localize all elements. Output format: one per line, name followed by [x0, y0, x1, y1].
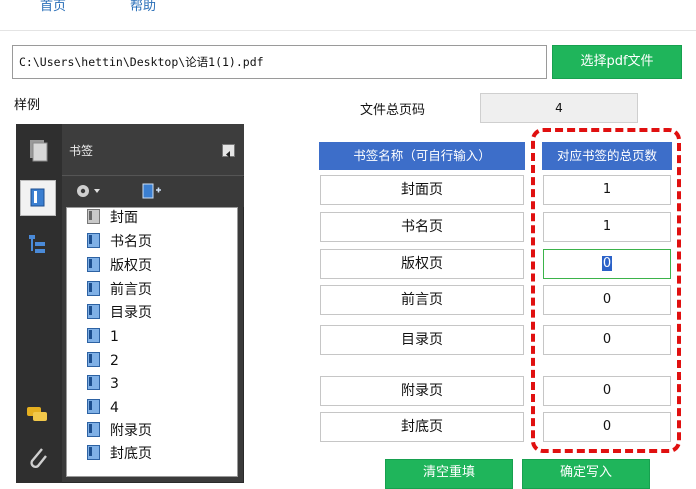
confirm-write-button[interactable]: 确定写入	[522, 459, 650, 489]
bookmark-item[interactable]: 版权页	[87, 255, 152, 277]
pages-icon[interactable]	[20, 132, 56, 168]
bookmark-icon	[87, 352, 100, 367]
choose-pdf-button[interactable]: 选择pdf文件	[552, 45, 682, 79]
total-pages-label: 文件总页码	[360, 103, 426, 118]
bookmark-icon	[87, 281, 100, 296]
sample-label: 样例	[14, 98, 41, 113]
bookmark-panel-title: 书签	[69, 144, 94, 158]
bookmark-icon	[87, 375, 100, 390]
file-path-input[interactable]: C:\Users\hettin\Desktop\论语1(1).pdf	[12, 45, 547, 79]
bookmark-icon	[87, 422, 100, 437]
comments-icon[interactable]	[20, 397, 56, 433]
bookmark-name-input[interactable]: 附录页	[320, 376, 524, 406]
bookmark-name-input[interactable]: 封面页	[320, 175, 524, 205]
gear-options-icon[interactable]	[74, 181, 104, 205]
structure-icon[interactable]	[20, 226, 56, 262]
bookmark-item[interactable]: 2	[87, 350, 119, 372]
bookmark-name-input[interactable]: 目录页	[320, 325, 524, 355]
collapse-panel-icon[interactable]	[222, 144, 235, 158]
total-pages-value: 4	[480, 93, 638, 123]
menu-divider	[0, 30, 696, 31]
bookmark-item[interactable]: 目录页	[87, 302, 152, 324]
bookmark-item[interactable]: 4	[87, 397, 119, 419]
bookmark-icon	[87, 257, 100, 272]
bookmark-name-input[interactable]: 版权页	[320, 249, 524, 279]
bookmark-icon	[87, 328, 100, 343]
bookmark-icon	[87, 445, 100, 460]
bookmark-item[interactable]: 前言页	[87, 279, 152, 301]
bookmark-item[interactable]: 封面	[87, 207, 138, 229]
bookmark-item[interactable]: 1	[87, 326, 119, 348]
new-bookmark-icon[interactable]	[140, 181, 164, 205]
bookmark-name-input[interactable]: 封底页	[320, 412, 524, 442]
bookmark-name-input[interactable]: 书名页	[320, 212, 524, 242]
bookmark-icon	[87, 209, 100, 224]
menu-help[interactable]: 帮助	[130, 0, 156, 14]
bookmark-item[interactable]: 3	[87, 373, 119, 395]
bookmark-item[interactable]: 封底页	[87, 443, 152, 465]
bookmark-item[interactable]: 附录页	[87, 420, 152, 442]
bookmark-icon	[87, 233, 100, 248]
bookmark-name-input[interactable]: 前言页	[320, 285, 524, 315]
bookmark-icon	[87, 399, 100, 414]
page-count-highlight	[531, 128, 681, 453]
bookmark-item[interactable]: 书名页	[87, 231, 152, 253]
bookmark-name-header: 书签名称（可自行输入）	[319, 142, 525, 170]
bookmark-icon	[87, 304, 100, 319]
attachment-icon[interactable]	[20, 440, 56, 476]
clear-refill-button[interactable]: 清空重填	[385, 459, 513, 489]
bookmarks-icon[interactable]	[20, 180, 56, 216]
menu-home[interactable]: 首页	[40, 0, 66, 14]
